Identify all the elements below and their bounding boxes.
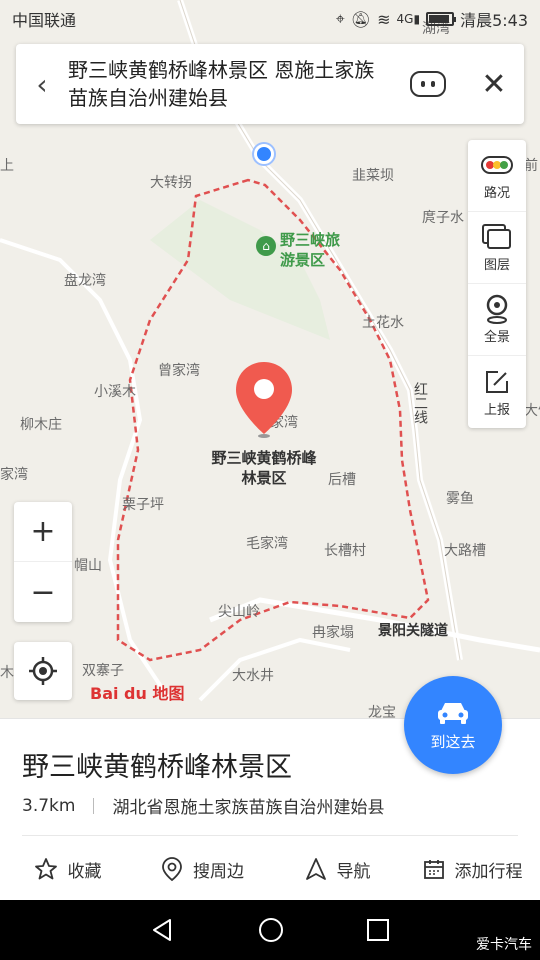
current-location-icon <box>254 144 274 164</box>
navigate-button[interactable]: 导航 <box>270 857 405 882</box>
zoom-out-button[interactable]: − <box>14 562 72 622</box>
traffic-button[interactable]: 路况 <box>468 140 526 212</box>
map-label: 大水井 <box>232 668 274 684</box>
map-label: 冉家塌 <box>312 625 354 641</box>
star-icon <box>34 858 57 880</box>
location-pin-icon <box>162 857 182 882</box>
map-label: 土花水 <box>362 315 404 331</box>
system-nav-bar <box>0 900 540 960</box>
map-label: 柳木庄 <box>20 417 62 433</box>
report-icon <box>484 367 510 397</box>
scenic-label: 野三峡旅游景区 <box>280 231 341 269</box>
zoom-control: + − <box>14 502 72 622</box>
traffic-light-icon <box>481 150 513 180</box>
action-label: 收藏 <box>67 861 102 882</box>
toolbar-label: 图层 <box>483 258 510 273</box>
search-nearby-button[interactable]: 搜周边 <box>135 856 270 882</box>
map-label: 双寨子 <box>82 663 124 679</box>
battery-icon <box>426 12 457 26</box>
divider <box>93 797 95 814</box>
carrier-label: 中国联通 <box>12 11 77 30</box>
map-label: 庹子水 <box>422 210 464 226</box>
route-button-label: 到这去 <box>430 732 476 751</box>
location-status-icon: ⌖ <box>335 9 345 28</box>
search-query[interactable]: 野三峡黄鹤桥峰林景区 恩施土家族苗族自治州建始县 <box>68 56 392 112</box>
home-nav-icon[interactable] <box>257 916 285 944</box>
destination-marker-icon[interactable] <box>234 360 294 440</box>
poi-actions: 收藏 搜周边 导航 添加行程 <box>0 837 540 901</box>
map-label: 曾家湾 <box>158 363 200 379</box>
crosshair-icon <box>29 657 57 685</box>
status-bar: 中国联通 ⌖ 🔕︎ ≋ 4G▮ 清晨5:43 <box>0 0 540 38</box>
map-label: 上 <box>0 158 14 174</box>
panorama-icon <box>484 294 510 324</box>
zoom-in-button[interactable]: + <box>14 502 72 562</box>
calendar-icon <box>423 860 444 879</box>
map-label: 长槽村 <box>324 543 366 559</box>
panorama-button[interactable]: 全景 <box>468 284 526 356</box>
map-label: 栗子坪 <box>122 497 164 513</box>
poi-name: 野三峡黄鹤桥峰林景区 <box>22 752 292 783</box>
map-label: 大竹 <box>524 403 540 419</box>
map-label: 前 <box>524 158 538 174</box>
map-toolbar: 路况 图层 全景 上报 <box>468 140 526 428</box>
map-label: 雾鱼 <box>446 491 474 507</box>
locate-button[interactable] <box>14 642 72 700</box>
layers-icon <box>482 222 512 252</box>
toolbar-label: 上报 <box>483 402 510 418</box>
map-label: 尖山岭 <box>218 604 260 620</box>
car-icon <box>438 702 468 724</box>
poi-address: 湖北省恩施土家族苗族自治州建始县 <box>112 798 385 818</box>
clock: 清晨5:43 <box>460 11 528 30</box>
baidu-map-logo: Bai du 地图 <box>90 684 185 703</box>
back-nav-icon[interactable] <box>150 917 176 943</box>
add-itinerary-button[interactable]: 添加行程 <box>405 857 540 882</box>
back-button[interactable]: ‹ <box>16 44 68 124</box>
mute-icon: 🔕︎ <box>350 9 372 29</box>
toolbar-label: 路况 <box>483 186 510 201</box>
road-label: 景阳关隧道 <box>378 623 448 639</box>
search-bar[interactable]: ‹ 野三峡黄鹤桥峰林景区 恩施土家族苗族自治州建始县 ✕ <box>16 44 524 124</box>
map-label: 木 <box>0 665 14 681</box>
voice-assistant-icon[interactable] <box>410 71 446 97</box>
watermark: 爱卡汽车 <box>476 937 532 953</box>
poi-distance: 3.7km <box>22 795 76 816</box>
close-icon: ✕ <box>481 66 507 102</box>
back-arrow-icon: ‹ <box>36 67 48 101</box>
action-label: 搜周边 <box>193 861 244 882</box>
map-label: 小溪木 <box>94 384 136 400</box>
layers-button[interactable]: 图层 <box>468 212 526 284</box>
toolbar-label: 全景 <box>483 330 510 345</box>
map-label: 家湾 <box>0 467 28 483</box>
map-label: 毛家湾 <box>246 536 288 552</box>
report-button[interactable]: 上报 <box>468 356 526 428</box>
navigation-arrow-icon <box>305 858 326 880</box>
map-label: 帽山 <box>74 558 102 574</box>
map-label: 韭菜坝 <box>352 168 394 184</box>
signal-icon: 4G▮ <box>396 12 421 26</box>
destination-label: 野三峡黄鹤桥峰林景区 <box>211 449 317 487</box>
action-label: 添加行程 <box>454 861 523 882</box>
close-button[interactable]: ✕ <box>464 44 524 124</box>
poi-info: 3.7km 湖北省恩施土家族苗族自治州建始县 <box>22 793 385 819</box>
road-label: 红二线 <box>412 382 428 424</box>
recents-nav-icon[interactable] <box>366 918 390 942</box>
map-label: 大转拐 <box>150 175 192 191</box>
map-label: 盘龙湾 <box>64 273 106 289</box>
scenic-icon: ⌂ <box>256 236 276 256</box>
panel-divider <box>22 835 518 836</box>
favorite-button[interactable]: 收藏 <box>0 857 135 882</box>
action-label: 导航 <box>336 861 371 882</box>
wifi-icon: ≋ <box>377 9 391 29</box>
map-label: 大路槽 <box>444 543 486 559</box>
map-label: 后槽 <box>328 472 356 488</box>
scenic-spot[interactable]: ⌂ 野三峡旅游景区 <box>256 230 352 270</box>
route-here-button[interactable]: 到这去 <box>404 676 502 774</box>
